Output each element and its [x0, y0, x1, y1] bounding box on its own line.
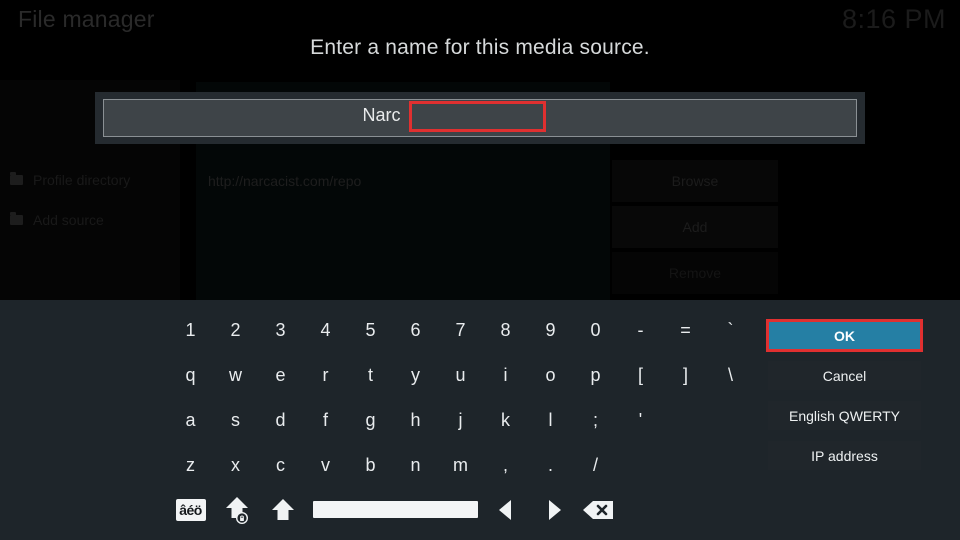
key-t[interactable]: t [348, 357, 393, 393]
key-y[interactable]: y [393, 357, 438, 393]
caps-lock-icon [225, 497, 248, 524]
cursor-right-key[interactable] [531, 494, 576, 526]
arrow-right-icon [548, 500, 561, 520]
key--[interactable]: - [618, 312, 663, 348]
key-[[interactable]: [ [618, 357, 663, 393]
key-7[interactable]: 7 [438, 312, 483, 348]
key-'[interactable]: ' [618, 402, 663, 438]
sidebar-item-label: Profile directory [33, 172, 131, 188]
key-k[interactable]: k [483, 402, 528, 438]
key-g[interactable]: g [348, 402, 393, 438]
key-f[interactable]: f [303, 402, 348, 438]
key-8[interactable]: 8 [483, 312, 528, 348]
key-l[interactable]: l [528, 402, 573, 438]
key-e[interactable]: e [258, 357, 303, 393]
key-3[interactable]: 3 [258, 312, 303, 348]
key-a[interactable]: a [168, 402, 213, 438]
kodi-screen: File manager 8:16 PM Profile directory A… [0, 0, 960, 540]
key-=[interactable]: = [663, 312, 708, 348]
key-6[interactable]: 6 [393, 312, 438, 348]
clock: 8:16 PM [841, 4, 946, 34]
key-c[interactable]: c [258, 447, 303, 483]
key-i[interactable]: i [483, 357, 528, 393]
backspace-icon [582, 501, 613, 519]
key-9[interactable]: 9 [528, 312, 573, 348]
source-url-value: http://narcacist.com/repo [208, 173, 362, 189]
key-`[interactable]: ` [708, 312, 753, 348]
name-input-value: Narc [362, 104, 401, 125]
key-s[interactable]: s [213, 402, 258, 438]
key-x[interactable]: x [213, 447, 258, 483]
key-z[interactable]: z [168, 447, 213, 483]
key-r[interactable]: r [303, 357, 348, 393]
input-panel [95, 92, 865, 144]
key-p[interactable]: p [573, 357, 618, 393]
keyboard-layout-button[interactable]: English QWERTY [768, 401, 921, 430]
backspace-key[interactable] [575, 494, 620, 526]
key-j[interactable]: j [438, 402, 483, 438]
caps-lock-key[interactable] [214, 494, 259, 526]
key-0[interactable]: 0 [573, 312, 618, 348]
folder-icon [10, 212, 23, 225]
key-d[interactable]: d [258, 402, 303, 438]
sidebar-item-add-source[interactable]: Add source [10, 212, 104, 228]
key-h[interactable]: h [393, 402, 438, 438]
cursor-left-key[interactable] [483, 494, 528, 526]
ip-address-button[interactable]: IP address [768, 441, 921, 470]
name-input[interactable] [103, 99, 857, 137]
key-1[interactable]: 1 [168, 312, 213, 348]
key-4[interactable]: 4 [303, 312, 348, 348]
app-title: File manager [18, 6, 155, 32]
folder-icon [10, 172, 23, 185]
cancel-button[interactable]: Cancel [768, 361, 921, 390]
shift-arrow-icon [271, 499, 294, 520]
key-2[interactable]: 2 [213, 312, 258, 348]
key-w[interactable]: w [213, 357, 258, 393]
key-m[interactable]: m [438, 447, 483, 483]
ok-button[interactable]: OK [768, 321, 921, 350]
sidebar-item-profile-directory[interactable]: Profile directory [10, 172, 130, 188]
browse-button[interactable]: Browse [612, 160, 778, 202]
shift-key[interactable] [260, 494, 305, 526]
key-o[interactable]: o [528, 357, 573, 393]
sidebar-item-label: Add source [33, 212, 104, 228]
dialog-title: Enter a name for this media source. [310, 36, 650, 59]
key-n[interactable]: n [393, 447, 438, 483]
arrow-left-icon [498, 500, 511, 520]
key-/[interactable]: / [573, 447, 618, 483]
key-\[interactable]: \ [708, 357, 753, 393]
key-.[interactable]: . [528, 447, 573, 483]
remove-button[interactable]: Remove [612, 252, 778, 294]
key-b[interactable]: b [348, 447, 393, 483]
key-,[interactable]: , [483, 447, 528, 483]
key-v[interactable]: v [303, 447, 348, 483]
key-q[interactable]: q [168, 357, 213, 393]
space-key[interactable] [313, 501, 478, 518]
accent-key[interactable]: âéö [168, 494, 213, 526]
add-button[interactable]: Add [612, 206, 778, 248]
key-][interactable]: ] [663, 357, 708, 393]
key-;[interactable]: ; [573, 402, 618, 438]
key-5[interactable]: 5 [348, 312, 393, 348]
key-u[interactable]: u [438, 357, 483, 393]
